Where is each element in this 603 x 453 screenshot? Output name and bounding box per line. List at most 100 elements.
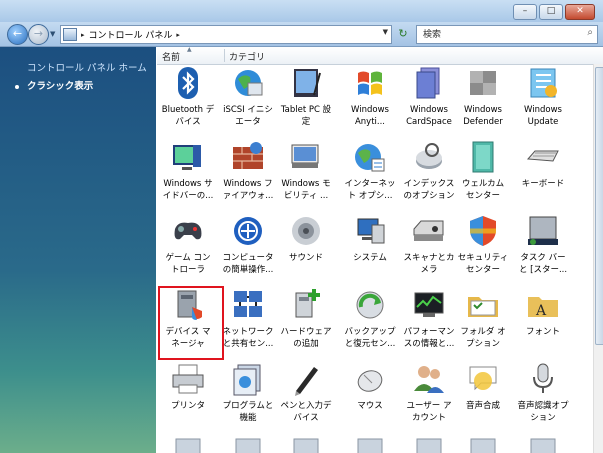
control-panel-item[interactable]: Windows Anyti... bbox=[341, 65, 399, 128]
address-bar[interactable]: ▸ コントロール パネル ▸ ▼ bbox=[60, 25, 392, 44]
item-label: インターネッ ト オプシ... bbox=[344, 179, 396, 201]
control-panel-item[interactable]: 音声認識オプ ション bbox=[514, 361, 572, 424]
control-panel-item[interactable]: タスク バー と [スター... bbox=[514, 213, 572, 276]
game-controller-icon bbox=[159, 213, 217, 249]
speech-synthesis-icon bbox=[454, 361, 512, 397]
forward-button[interactable]: → bbox=[28, 24, 49, 45]
control-panel-item[interactable]: プリンタ bbox=[159, 361, 217, 412]
taskbar-icon bbox=[514, 213, 572, 249]
item-label: iSCSI イニシ エータ bbox=[223, 105, 273, 127]
item-label: プログラムと 機能 bbox=[222, 401, 274, 423]
control-panel-item[interactable]: ウェルカム センター bbox=[454, 139, 512, 202]
ease-of-access-icon bbox=[219, 213, 277, 249]
search-box[interactable]: ⌕ bbox=[416, 25, 598, 44]
column-header: 名前 ▲ カテゴリ bbox=[157, 46, 603, 65]
control-panel-item[interactable]: コンピュータ の簡単操作... bbox=[219, 213, 277, 276]
navigation-bar: ← → ▼ ▸ コントロール パネル ▸ ▼ ↻ ⌕ bbox=[0, 22, 603, 47]
recent-pages-dropdown[interactable]: ▼ bbox=[50, 30, 55, 38]
control-panel-item[interactable]: インターネッ ト オプシ... bbox=[341, 139, 399, 202]
item-label: Windows Update bbox=[524, 105, 562, 127]
control-panel-item[interactable]: ペンと入力デ バイス bbox=[277, 361, 335, 424]
control-panel-item-partial[interactable] bbox=[159, 435, 217, 453]
column-divider[interactable] bbox=[224, 49, 225, 62]
control-panel-item[interactable]: ゲーム コン トローラ bbox=[159, 213, 217, 276]
selection-highlight bbox=[158, 286, 224, 360]
maximize-button[interactable]: □ bbox=[539, 4, 563, 20]
scanner-camera-icon bbox=[400, 213, 458, 249]
control-panel-item-partial[interactable] bbox=[514, 435, 572, 453]
control-panel-item[interactable]: ハードウェア の追加 bbox=[277, 287, 335, 350]
vertical-scrollbar[interactable] bbox=[593, 64, 603, 453]
item-label: フォルダ オ プション bbox=[460, 327, 506, 349]
control-panel-item[interactable]: フォルダ オ プション bbox=[454, 287, 512, 350]
task-pane: コントロール パネル ホーム クラシック表示 bbox=[0, 47, 156, 453]
address-dropdown-icon[interactable]: ▼ bbox=[383, 28, 388, 36]
control-panel-item[interactable]: Windows Update bbox=[514, 65, 572, 128]
control-panel-item[interactable]: Windows サ イドバーの... bbox=[159, 139, 217, 202]
control-panel-item-partial[interactable] bbox=[341, 435, 399, 453]
control-panel-item-partial[interactable] bbox=[400, 435, 458, 453]
item-label: Tablet PC 設 定 bbox=[280, 105, 332, 127]
control-panel-item[interactable]: Windows CardSpace bbox=[400, 65, 458, 128]
control-panel-item-partial[interactable] bbox=[219, 435, 277, 453]
control-panel-item[interactable]: マウス bbox=[341, 361, 399, 412]
refresh-icon[interactable]: ↻ bbox=[394, 26, 412, 42]
control-panel-item[interactable]: Windows モ ビリティ ... bbox=[277, 139, 335, 202]
cardspace-icon bbox=[400, 65, 458, 101]
control-panel-item[interactable]: Windows Defender bbox=[454, 65, 512, 128]
item-label: ハードウェア の追加 bbox=[280, 327, 332, 349]
item-label: スキャナとカ メラ bbox=[403, 253, 455, 275]
control-panel-item[interactable]: スキャナとカ メラ bbox=[400, 213, 458, 276]
minimize-button[interactable]: – bbox=[513, 4, 537, 20]
search-icon[interactable]: ⌕ bbox=[587, 27, 593, 38]
item-label: ユーザー ア カウント bbox=[406, 401, 452, 423]
control-panel-item[interactable]: Tablet PC 設 定 bbox=[277, 65, 335, 128]
control-panel-item[interactable]: インデックス のオプション bbox=[400, 139, 458, 202]
item-label: 音声合成 bbox=[465, 401, 500, 411]
control-panel-item[interactable]: Windows フ ァイアウォ... bbox=[219, 139, 277, 202]
search-input[interactable] bbox=[421, 26, 575, 43]
sound-icon bbox=[277, 213, 335, 249]
bluetooth-icon bbox=[159, 65, 217, 101]
control-panel-item[interactable]: 音声合成 bbox=[454, 361, 512, 412]
items-view: 名前 ▲ カテゴリ Bluetooth デ バイス iSCSI イニシ エータ Ta… bbox=[157, 46, 603, 453]
title-bar: – □ ✕ bbox=[0, 0, 603, 22]
back-button[interactable]: ← bbox=[7, 24, 28, 45]
security-center-icon bbox=[454, 213, 512, 249]
item-label: ネットワーク と共有セン... bbox=[222, 327, 274, 349]
control-panel-item[interactable]: キーボード bbox=[514, 139, 572, 190]
mobility-icon bbox=[277, 139, 335, 175]
svg-text:A: A bbox=[535, 303, 547, 319]
breadcrumb-separator-icon[interactable]: ▸ bbox=[176, 31, 180, 39]
control-panel-item[interactable]: A フォント bbox=[514, 287, 572, 338]
control-panel-item[interactable]: iSCSI イニシ エータ bbox=[219, 65, 277, 128]
breadcrumb-separator-icon[interactable]: ▸ bbox=[81, 31, 85, 39]
scrollbar-thumb[interactable] bbox=[595, 67, 603, 345]
control-panel-item[interactable]: ネットワーク と共有セン... bbox=[219, 287, 277, 350]
control-panel-item[interactable]: プログラムと 機能 bbox=[219, 361, 277, 424]
control-panel-window: – □ ✕ ← → ▼ ▸ コントロール パネル ▸ ▼ ↻ ⌕ コントロール … bbox=[0, 0, 603, 453]
windows-update-icon bbox=[514, 65, 572, 101]
control-panel-item-partial[interactable] bbox=[454, 435, 512, 453]
item-label: Windows サ イドバーの... bbox=[162, 179, 214, 201]
column-name[interactable]: 名前 bbox=[162, 50, 180, 63]
keyboard-icon bbox=[514, 139, 572, 175]
column-category[interactable]: カテゴリ bbox=[229, 50, 265, 63]
caption-buttons: – □ ✕ bbox=[513, 4, 595, 20]
control-panel-item-partial[interactable] bbox=[277, 435, 335, 453]
control-panel-item[interactable]: セキュリティ センター bbox=[454, 213, 512, 276]
control-panel-item[interactable]: パフォーマン スの情報と... bbox=[400, 287, 458, 350]
item-label: Windows CardSpace bbox=[406, 105, 452, 127]
control-panel-home-link[interactable]: コントロール パネル ホーム bbox=[27, 60, 147, 74]
control-panel-item[interactable]: Bluetooth デ バイス bbox=[159, 65, 217, 128]
classic-view-item[interactable]: クラシック表示 bbox=[15, 78, 93, 92]
control-panel-item[interactable]: システム bbox=[341, 213, 399, 264]
control-panel-item[interactable]: バックアップ と復元セン... bbox=[341, 287, 399, 350]
control-panel-item[interactable]: サウンド bbox=[277, 213, 335, 264]
close-button[interactable]: ✕ bbox=[565, 4, 595, 20]
item-label: ペンと入力デ バイス bbox=[280, 401, 332, 423]
control-panel-item[interactable]: ユーザー ア カウント bbox=[400, 361, 458, 424]
fonts-icon: A bbox=[514, 287, 572, 323]
breadcrumb-control-panel[interactable]: コントロール パネル bbox=[89, 28, 173, 41]
item-label: キーボード bbox=[521, 179, 565, 189]
